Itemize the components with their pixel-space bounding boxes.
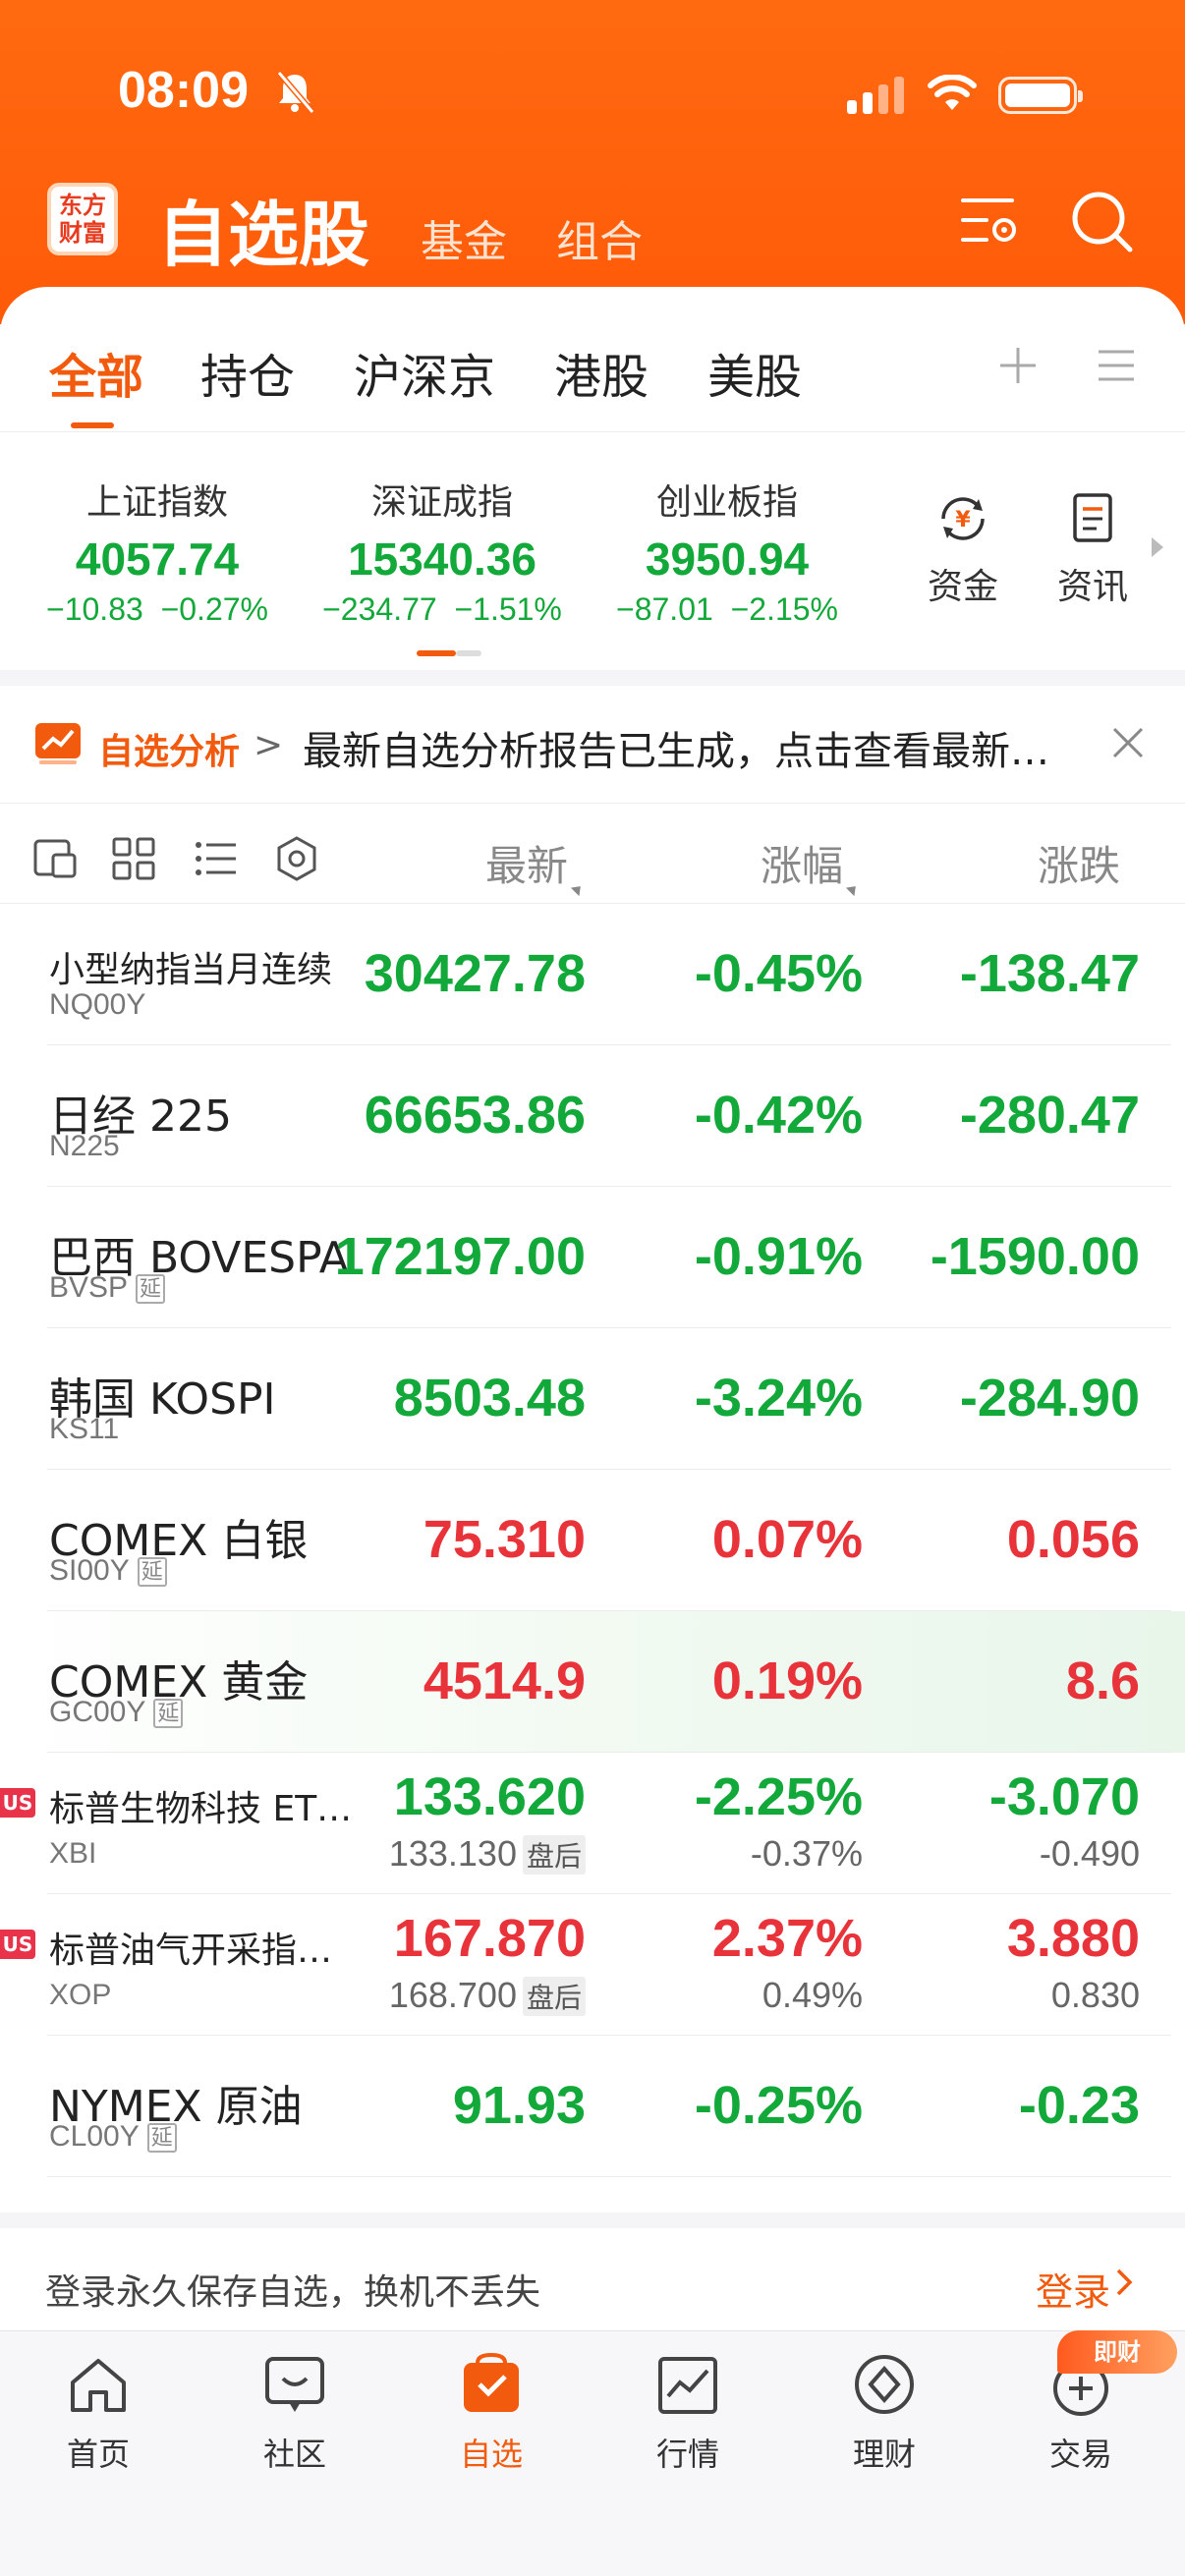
tab-a-shares[interactable]: 沪深京 xyxy=(354,338,495,407)
app-logo: 东方 财富 xyxy=(47,183,118,255)
delay-badge: 延 xyxy=(153,1699,184,1729)
tab-all[interactable]: 全部 xyxy=(49,338,143,407)
table-row[interactable]: COMEX 黄金 GC00Y 延 4514.9 0.19% 8.6 xyxy=(0,1611,1185,1753)
sort-change[interactable]: 涨跌 xyxy=(1038,833,1120,893)
login-message: 登录永久保存自选，换机不丢失 xyxy=(45,2272,541,2313)
table-row[interactable]: COMEX 白银 SI00Y 延 75.310 0.07% 0.056 xyxy=(0,1470,1185,1611)
us-market-badge: US xyxy=(0,1930,35,1959)
funds-button[interactable]: ¥ 资金 xyxy=(914,491,1012,609)
news-button[interactable]: 资讯 xyxy=(1044,491,1142,609)
table-row[interactable]: 韩国 KOSPI KS11 8503.48 -3.24% -284.90 xyxy=(0,1328,1185,1470)
scroll-right-icon[interactable] xyxy=(1152,537,1163,557)
table-row[interactable]: US 标普生物科技 ET… XBI 133.620 -2.25% -3.070 … xyxy=(0,1753,1185,1894)
wifi-icon xyxy=(928,75,977,110)
table-row[interactable]: US 标普油气开采指… XOP 167.870 2.37% 3.880 168.… xyxy=(0,1894,1185,2036)
tab-holdings[interactable]: 持仓 xyxy=(200,338,295,407)
analysis-tag: 自选分析 xyxy=(98,732,241,772)
login-prompt: 登录永久保存自选，换机不丢失 登录 xyxy=(0,2212,1185,2330)
bell-muted-icon xyxy=(276,71,315,114)
index-card-sh[interactable]: 上证指数 4057.74 −10.83 −0.27% xyxy=(10,474,305,628)
menu-icon[interactable] xyxy=(1097,348,1136,383)
close-icon[interactable] xyxy=(1110,725,1146,760)
edit-layout-icon[interactable] xyxy=(31,835,79,882)
watchlist-card: 全部 持仓 沪深京 港股 美股 上证指数 4057.74 −10.83 −0.2… xyxy=(0,287,1185,2330)
watchlist-icon xyxy=(464,2352,519,2412)
index-strip: 上证指数 4057.74 −10.83 −0.27% 深证成指 15340.36… xyxy=(0,434,1185,670)
line-chart-icon xyxy=(658,2357,717,2414)
table-row[interactable]: 日经 225 N225 66653.86 -0.42% -280.47 xyxy=(0,1045,1185,1187)
cellular-signal-icon xyxy=(847,75,904,114)
instant-finance-badge[interactable]: 即财 xyxy=(1057,2330,1177,2374)
table-row[interactable]: 小型纳指当月连续 NQ00Y 30427.78 -0.45% -138.47 xyxy=(0,904,1185,1045)
us-market-badge: US xyxy=(0,1788,35,1818)
column-header: 最新 涨幅 涨跌 xyxy=(0,804,1185,904)
app-header: 08:09 东方 财富 自选股 基金 组合 xyxy=(0,0,1185,324)
tab-us[interactable]: 美股 xyxy=(707,338,802,407)
svg-text:¥: ¥ xyxy=(955,508,971,532)
tab-fund[interactable]: 基金 xyxy=(421,206,507,269)
battery-icon xyxy=(998,77,1083,114)
yuan-cycle-icon: ¥ xyxy=(941,497,985,540)
nav-watchlist[interactable]: 自选 xyxy=(393,2349,590,2475)
chat-bubble-icon xyxy=(265,2357,324,2412)
status-time: 08:09 xyxy=(118,62,249,119)
chart-trend-icon xyxy=(35,723,81,764)
table-row[interactable]: NYMEX 原油 CL00Y 延 91.93 -0.25% -0.23 xyxy=(0,2036,1185,2177)
active-tab-indicator xyxy=(71,422,114,428)
delay-badge: 延 xyxy=(137,1557,167,1588)
page-title: 自选股 xyxy=(157,194,370,276)
delay-badge: 延 xyxy=(136,1274,166,1305)
nav-community[interactable]: 社区 xyxy=(197,2349,393,2475)
settings-hex-icon[interactable] xyxy=(273,835,320,882)
diamond-circle-icon xyxy=(855,2355,914,2414)
grid-view-icon[interactable] xyxy=(110,835,157,882)
analysis-banner[interactable]: 自选分析 > 最新自选分析报告已生成，点击查看最新… xyxy=(0,686,1185,804)
sort-pct[interactable]: 涨幅 xyxy=(761,833,861,897)
nav-market[interactable]: 行情 xyxy=(590,2349,786,2475)
market-tabs: 全部 持仓 沪深京 港股 美股 xyxy=(0,287,1185,432)
list-view-icon[interactable] xyxy=(193,835,240,882)
after-hours-tag: 盘后 xyxy=(522,1977,586,2016)
after-hours-tag: 盘后 xyxy=(522,1835,586,1875)
tab-portfolio[interactable]: 组合 xyxy=(556,206,643,269)
tab-hk[interactable]: 港股 xyxy=(554,338,649,407)
login-button[interactable]: 登录 xyxy=(1036,2262,1110,2316)
document-icon xyxy=(1073,493,1112,542)
home-icon xyxy=(71,2359,126,2412)
chevron-right-icon: > xyxy=(254,725,284,765)
table-row[interactable]: 巴西 BOVESPA BVSP 延 172197.00 -0.91% -1590.… xyxy=(0,1187,1185,1328)
settings-list-icon[interactable] xyxy=(957,187,1026,255)
page-indicator xyxy=(417,650,481,656)
nav-wealth[interactable]: 理财 xyxy=(786,2349,983,2475)
index-card-cyb[interactable]: 创业板指 3950.94 −87.01 −2.15% xyxy=(580,474,875,628)
bottom-navigation: 首页 社区 自选 行情 理财 交易 xyxy=(0,2330,1185,2576)
chevron-right-icon[interactable] xyxy=(1114,2268,1134,2297)
index-card-sz[interactable]: 深证成指 15340.36 −234.77 −1.51% xyxy=(295,474,590,628)
sort-latest[interactable]: 最新 xyxy=(485,833,586,897)
add-icon[interactable] xyxy=(998,346,1038,385)
nav-home[interactable]: 首页 xyxy=(0,2349,197,2475)
search-icon[interactable] xyxy=(1067,187,1136,255)
delay-badge: 延 xyxy=(146,2123,177,2154)
analysis-message: 最新自选分析报告已生成，点击查看最新… xyxy=(303,729,1049,774)
